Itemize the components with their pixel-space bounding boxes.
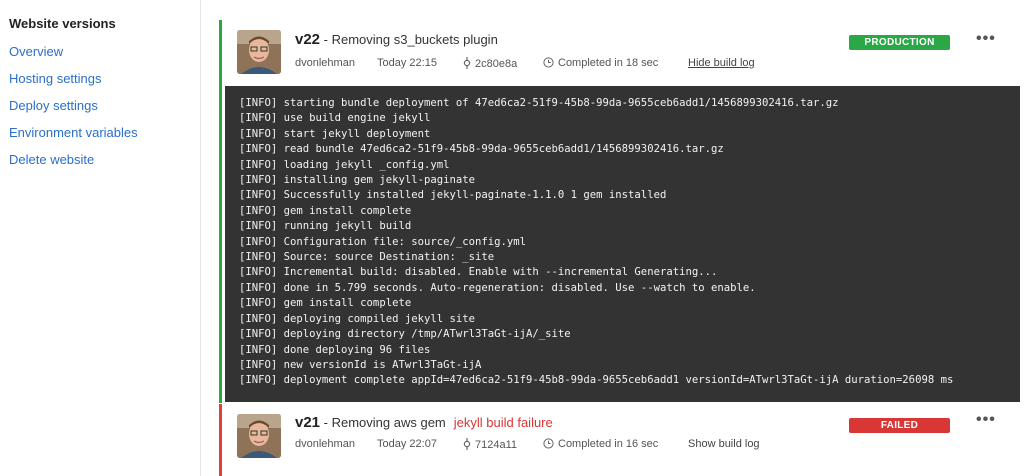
log-line: [INFO] running jekyll build [239, 220, 412, 233]
author: dvonlehman [295, 57, 355, 69]
sidebar-title: Website versions [9, 16, 116, 31]
log-line: [INFO] Incremental build: disabled. Enab… [239, 266, 718, 279]
commit-message: Removing aws gem [331, 415, 446, 430]
build-duration: Completed in 18 sec [558, 57, 659, 69]
log-line: [INFO] done deploying 96 files [239, 343, 431, 356]
build-time: Today 22:15 [377, 57, 437, 69]
log-line: [INFO] use build engine jekyll [239, 112, 431, 125]
sidebar-divider [200, 0, 201, 476]
log-line: [INFO] gem install complete [239, 297, 412, 310]
log-line: [INFO] read bundle 47ed6ca2-51f9-45b8-99… [239, 143, 724, 156]
clock-icon [543, 57, 554, 68]
clock-icon [543, 438, 554, 449]
commit-hash-group[interactable]: 2c80e8a [463, 57, 517, 70]
failure-note: jekyll build failure [453, 415, 553, 430]
log-line: [INFO] Source: source Destination: _site [239, 251, 495, 264]
build-title: v22 - Removing s3_buckets plugin [295, 31, 498, 48]
sidebar-item-hosting-settings[interactable]: Hosting settings [9, 71, 102, 86]
more-icon[interactable]: ••• [976, 30, 996, 48]
title-separator: - [320, 415, 332, 430]
hide-build-log-link[interactable]: Hide build log [688, 57, 755, 69]
log-line: [INFO] new versionId is ATwrl3TaGt-ijA [239, 358, 482, 371]
author: dvonlehman [295, 438, 355, 450]
commit-hash-group[interactable]: 7124a11 [463, 438, 517, 451]
version-number: v21 [295, 414, 321, 431]
build-time: Today 22:07 [377, 438, 437, 450]
commit-icon [463, 438, 471, 450]
status-badge: PRODUCTION [849, 35, 950, 50]
build-log: [INFO] starting bundle deployment of 47e… [225, 86, 1020, 402]
build-header: v21 - Removing aws gem jekyll build failu… [222, 404, 1014, 466]
sidebar-item-delete-website[interactable]: Delete website [9, 152, 94, 167]
log-line: [INFO] starting bundle deployment of 47e… [239, 97, 839, 109]
log-line: [INFO] deployment complete appId=47ed6ca… [239, 374, 954, 387]
avatar [237, 30, 281, 74]
more-icon[interactable]: ••• [976, 411, 996, 429]
sidebar-item-environment-variables[interactable]: Environment variables [9, 125, 138, 140]
log-line: [INFO] deploying compiled jekyll site [239, 312, 475, 325]
version-number: v22 [295, 31, 321, 48]
build-duration: Completed in 16 sec [558, 438, 659, 450]
build-header: v22 - Removing s3_buckets plugin dvonleh… [222, 20, 1014, 82]
log-line: [INFO] gem install complete [239, 204, 412, 217]
log-line: [INFO] loading jekyll _config.yml [239, 158, 450, 171]
commit-hash: 7124a11 [475, 439, 518, 451]
commit-hash: 2c80e8a [475, 58, 518, 70]
title-separator: - [320, 32, 332, 47]
log-line: [INFO] Successfully installed jekyll-pag… [239, 189, 667, 202]
build-title: v21 - Removing aws gem jekyll build failu… [295, 414, 553, 431]
log-line: [INFO] installing gem jekyll-paginate [239, 174, 475, 187]
status-badge: FAILED [849, 418, 950, 433]
sidebar: Website versions Overview Hosting settin… [0, 0, 200, 476]
commit-icon [463, 57, 471, 69]
sidebar-item-overview[interactable]: Overview [9, 44, 63, 59]
log-line: [INFO] start jekyll deployment [239, 127, 431, 140]
build-card-v22: v22 - Removing s3_buckets plugin dvonleh… [219, 20, 1020, 403]
duration-group: Completed in 16 sec [543, 438, 658, 450]
sidebar-item-deploy-settings[interactable]: Deploy settings [9, 98, 98, 113]
build-card-v21: v21 - Removing aws gem jekyll build failu… [219, 404, 1014, 476]
log-line: [INFO] Configuration file: source/_confi… [239, 235, 527, 248]
log-line: [INFO] deploying directory /tmp/ATwrl3Ta… [239, 328, 571, 341]
log-line: [INFO] done in 5.799 seconds. Auto-regen… [239, 281, 756, 294]
avatar [237, 414, 281, 458]
duration-group: Completed in 18 sec [543, 57, 658, 69]
commit-message: Removing s3_buckets plugin [331, 32, 498, 47]
show-build-log-link[interactable]: Show build log [688, 438, 760, 450]
